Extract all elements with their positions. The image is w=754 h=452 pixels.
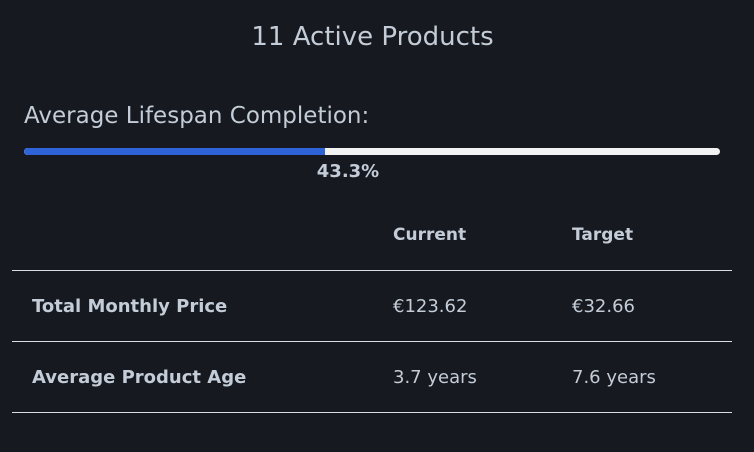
row-label: Average Product Age	[32, 366, 247, 388]
table-header-row: Current Target	[12, 200, 732, 271]
column-header-target: Target	[572, 225, 634, 245]
table-row-total-monthly-price: Total Monthly Price €123.62 €32.66	[12, 271, 732, 342]
column-header-current: Current	[393, 225, 467, 245]
lifespan-progress-value: 43.3%	[316, 161, 380, 182]
lifespan-completion-label: Average Lifespan Completion:	[24, 103, 370, 129]
lifespan-progress-bar	[24, 148, 720, 155]
active-products-title: 11 Active Products	[251, 22, 494, 52]
target-value: 7.6 years	[572, 366, 656, 388]
row-label: Total Monthly Price	[32, 295, 228, 317]
current-value: 3.7 years	[393, 366, 477, 388]
target-value: €32.66	[572, 295, 635, 317]
comparison-table: Current Target Total Monthly Price €123.…	[12, 200, 732, 413]
current-value: €123.62	[393, 295, 468, 317]
lifespan-progress-fill	[24, 148, 326, 155]
table-row-average-product-age: Average Product Age 3.7 years 7.6 years	[12, 342, 732, 413]
